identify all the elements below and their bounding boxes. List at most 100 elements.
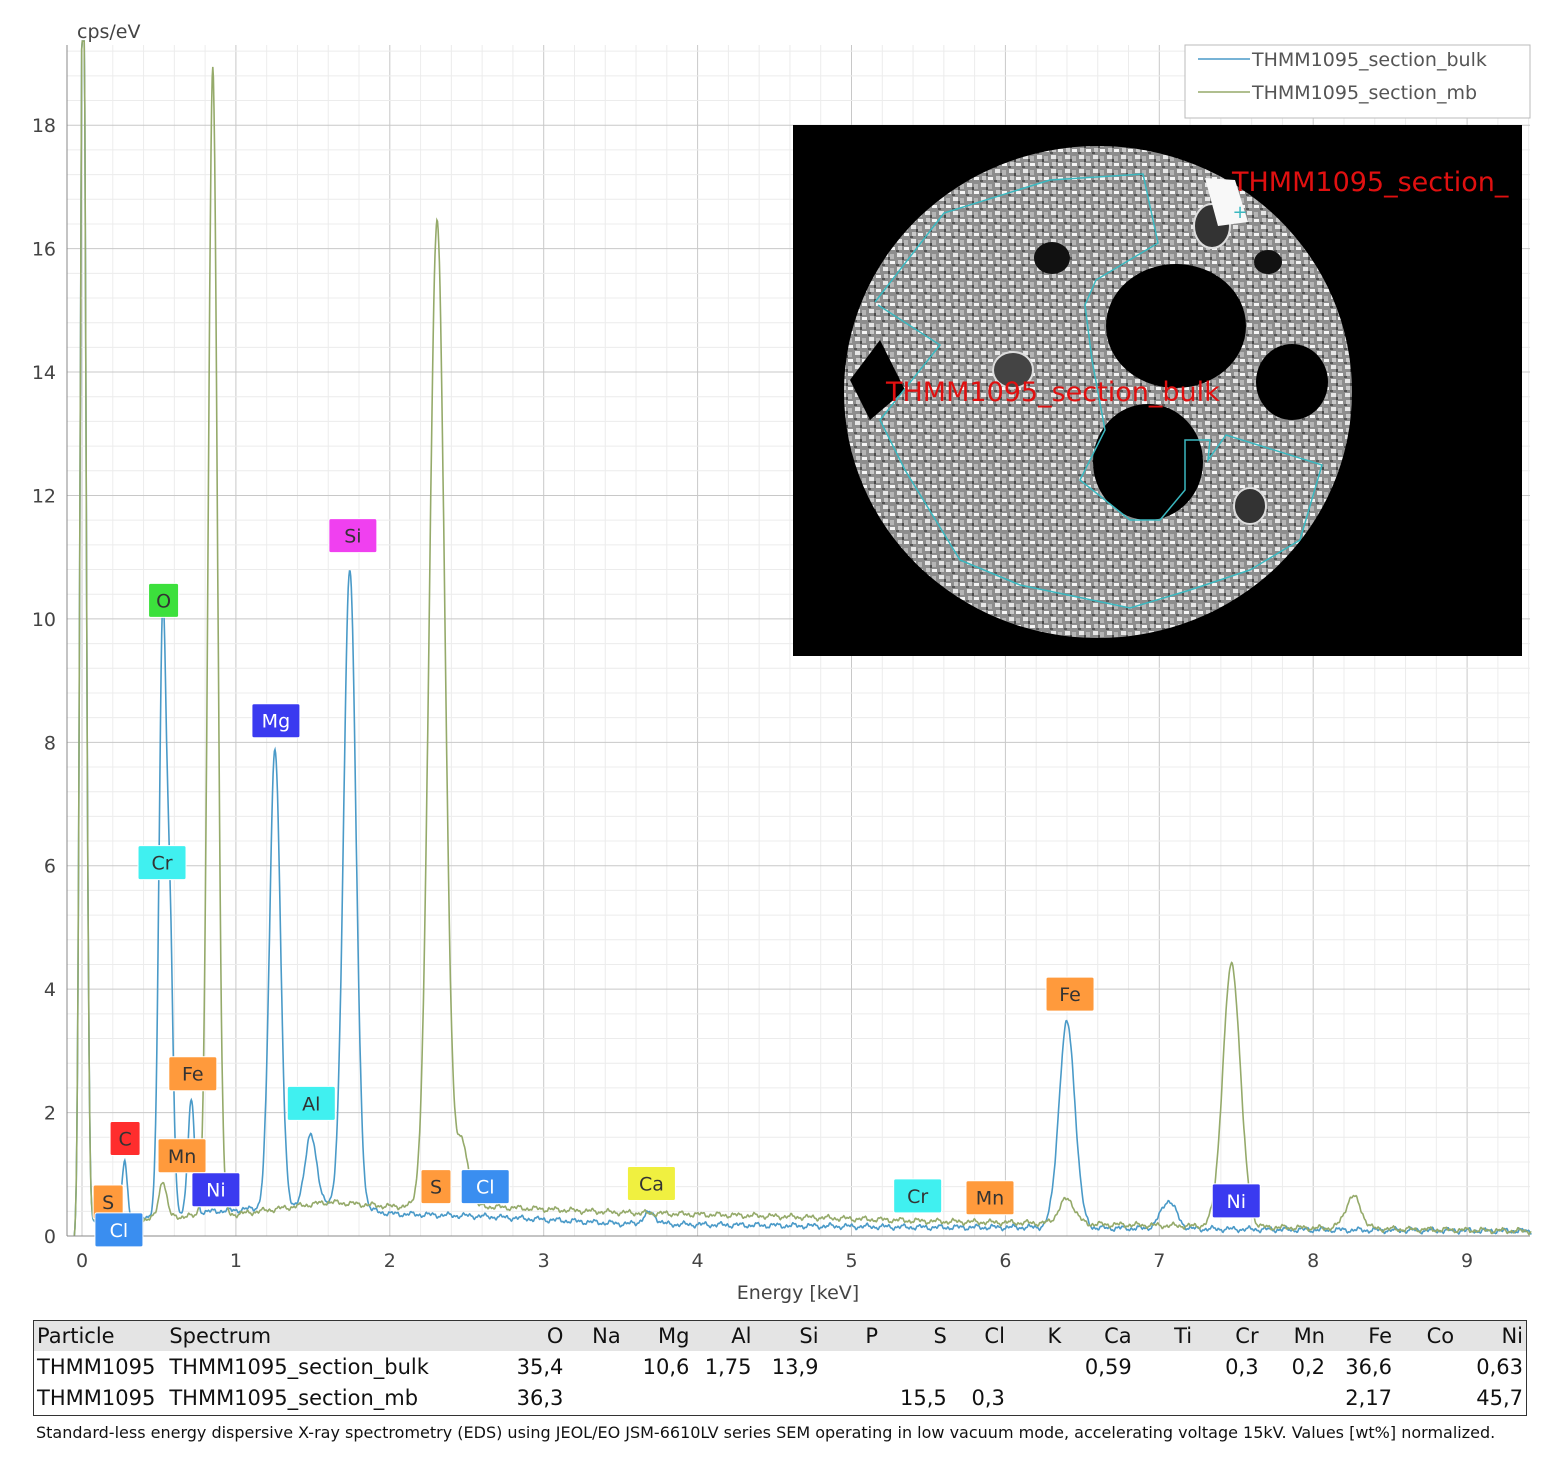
element-label-text: Al bbox=[302, 1093, 320, 1115]
column-header-particle: Particle bbox=[34, 1321, 167, 1351]
element-label-mg: Mg bbox=[251, 703, 301, 739]
pore-right bbox=[1256, 344, 1328, 420]
element-label-text: O bbox=[156, 590, 171, 612]
results-body: THMM1095 THMM1095_section_bulk 35,4 10,6 1,7… bbox=[34, 1351, 1526, 1413]
table-cell bbox=[1064, 1382, 1134, 1413]
results-header-row: Particle Spectrum O Na Mg Al Si P S Cl K Ca Ti Cr Mn Fe… bbox=[34, 1321, 1526, 1351]
legend: THMM1095_section_bulk THMM1095_section_m… bbox=[1184, 44, 1531, 119]
table-cell: 1,75 bbox=[704, 1354, 752, 1379]
column-header-k: K bbox=[1007, 1321, 1065, 1351]
x-tick-label: 7 bbox=[1153, 1250, 1165, 1272]
element-label-text: Mg bbox=[262, 711, 290, 733]
y-tick-label: 16 bbox=[32, 239, 56, 261]
element-label-text: Si bbox=[344, 526, 361, 548]
element-label-text: Cr bbox=[907, 1186, 928, 1208]
column-header-na: Na bbox=[566, 1321, 624, 1351]
element-label-fe: Fe bbox=[168, 1056, 218, 1092]
column-header-ti: Ti bbox=[1134, 1321, 1196, 1351]
column-header-s: S bbox=[881, 1321, 950, 1351]
element-label-mn: Mn bbox=[157, 1138, 207, 1174]
legend-label-mb: THMM1095_section_mb bbox=[1251, 82, 1477, 104]
y-tick-label: 0 bbox=[44, 1226, 56, 1248]
table-cell bbox=[1135, 1382, 1195, 1413]
element-label-text: Cr bbox=[151, 853, 172, 875]
y-tick-label: 2 bbox=[44, 1103, 56, 1125]
legend-label-bulk: THMM1095_section_bulk bbox=[1251, 49, 1487, 71]
table-cell bbox=[1262, 1382, 1328, 1413]
table-cell: 0,2 bbox=[1291, 1354, 1325, 1379]
y-axis-title: cps/eV bbox=[77, 21, 141, 43]
x-tick-label: 1 bbox=[230, 1250, 242, 1272]
element-label-text: Ca bbox=[639, 1174, 664, 1196]
column-header-cl: Cl bbox=[949, 1321, 1008, 1351]
element-label-fe: Fe bbox=[1045, 976, 1095, 1012]
element-label-o: O bbox=[148, 582, 180, 618]
table-cell bbox=[822, 1382, 882, 1413]
column-header-al: Al bbox=[692, 1321, 755, 1351]
x-tick-label: 8 bbox=[1307, 1250, 1319, 1272]
inset-label-bulk: THMM1095_section_bulk bbox=[885, 377, 1220, 408]
element-label-ca: Ca bbox=[626, 1166, 676, 1202]
y-tick-label: 6 bbox=[44, 856, 56, 878]
x-tick-label: 9 bbox=[1461, 1250, 1473, 1272]
element-label-text: S bbox=[430, 1177, 442, 1199]
y-tick-label: 14 bbox=[32, 362, 56, 384]
column-header-co: Co bbox=[1395, 1321, 1458, 1351]
column-header-mn: Mn bbox=[1261, 1321, 1328, 1351]
element-label-ni: Ni bbox=[1211, 1183, 1261, 1219]
inset-label-mb: THMM1095_section_ bbox=[1231, 167, 1509, 198]
element-label-cl: Cl bbox=[94, 1212, 144, 1248]
table-cell: THMM1095 bbox=[37, 1385, 156, 1410]
column-header-ni: Ni bbox=[1457, 1321, 1526, 1351]
table-row: THMM1095 THMM1095_section_mb 36,3 15,5 0,3 2,… bbox=[34, 1382, 1526, 1413]
table-cell: 0,3 bbox=[971, 1385, 1005, 1410]
table-cell bbox=[950, 1351, 1008, 1382]
y-tick-label: 8 bbox=[44, 732, 56, 754]
y-tick-label: 18 bbox=[32, 115, 56, 137]
cursor-cross: + bbox=[1232, 202, 1247, 223]
column-header-mg: Mg bbox=[623, 1321, 693, 1351]
table-cell bbox=[1195, 1382, 1261, 1413]
x-axis-title: Energy [keV] bbox=[737, 1282, 859, 1304]
table-cell: 0,63 bbox=[1476, 1354, 1523, 1379]
pore-large bbox=[1106, 264, 1246, 388]
table-cell bbox=[566, 1351, 623, 1382]
element-label-text: Fe bbox=[1059, 984, 1081, 1006]
table-cell: 10,6 bbox=[642, 1354, 690, 1379]
element-label-mn: Mn bbox=[965, 1180, 1015, 1216]
element-label-text: S bbox=[102, 1192, 114, 1214]
column-header-p: P bbox=[821, 1321, 882, 1351]
column-header-fe: Fe bbox=[1328, 1321, 1396, 1351]
x-tick-label: 3 bbox=[538, 1250, 550, 1272]
element-label-s: S bbox=[420, 1169, 452, 1205]
x-tick-label: 5 bbox=[845, 1250, 857, 1272]
table-cell: 13,9 bbox=[771, 1354, 819, 1379]
column-header-cr: Cr bbox=[1195, 1321, 1262, 1351]
element-label-si: Si bbox=[328, 518, 378, 554]
table-cell: 2,17 bbox=[1345, 1385, 1393, 1410]
table-cell: 35,4 bbox=[516, 1354, 564, 1379]
results-table: Particle Spectrum O Na Mg Al Si P S Cl K Ca Ti Cr Mn Fe… bbox=[34, 1321, 1526, 1413]
column-header-spectrum: Spectrum bbox=[166, 1321, 491, 1351]
pore-medium bbox=[1093, 404, 1203, 520]
element-label-text: Cl bbox=[476, 1177, 495, 1199]
element-label-al: Al bbox=[286, 1085, 336, 1121]
element-label-ni: Ni bbox=[191, 1172, 241, 1208]
element-label-cl: Cl bbox=[460, 1169, 510, 1205]
element-label-text: Ni bbox=[206, 1180, 226, 1202]
table-cell bbox=[1395, 1351, 1457, 1382]
table-cell bbox=[692, 1382, 754, 1413]
figure-caption: Standard-less energy dispersive X-ray sp… bbox=[36, 1423, 1496, 1442]
element-label-text: Ni bbox=[1227, 1191, 1247, 1213]
table-cell bbox=[881, 1351, 950, 1382]
table-cell bbox=[624, 1382, 693, 1413]
table-cell bbox=[1395, 1382, 1457, 1413]
results-table-box: Particle Spectrum O Na Mg Al Si P S Cl K Ca Ti Cr Mn Fe… bbox=[33, 1320, 1527, 1416]
table-cell bbox=[1008, 1351, 1064, 1382]
y-tick-label: 10 bbox=[32, 609, 56, 631]
x-tick-label: 4 bbox=[692, 1250, 704, 1272]
y-tick-label: 12 bbox=[32, 485, 56, 507]
table-cell bbox=[754, 1382, 821, 1413]
table-cell bbox=[822, 1351, 882, 1382]
table-cell: 36,3 bbox=[516, 1385, 564, 1410]
